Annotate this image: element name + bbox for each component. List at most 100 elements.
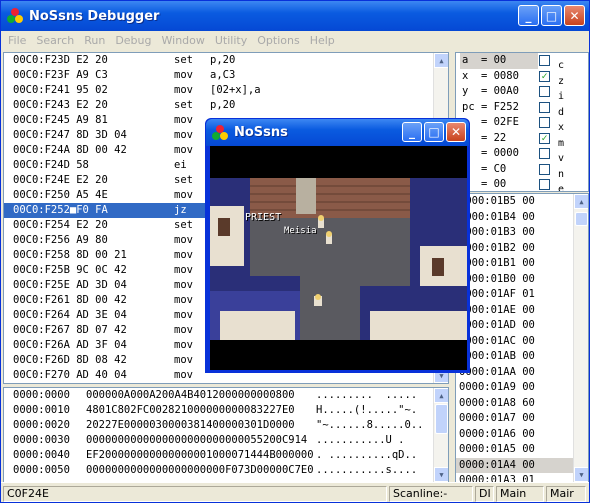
stack-row[interactable]: 0000:01AF 01 <box>456 287 588 303</box>
hex-row[interactable]: 0000:0040 EF200000000000000001000071444B0… <box>4 448 448 463</box>
stack-scrollbar[interactable]: ▲ ▼ <box>573 194 588 482</box>
disasm-address: 00C0:F241 95 02 <box>13 84 108 96</box>
flag-checkbox[interactable] <box>539 101 550 113</box>
stack-row[interactable]: 0000:01B5 00 <box>456 194 588 210</box>
stack-row[interactable]: 0000:01B2 00 <box>456 241 588 257</box>
menu-help[interactable]: Help <box>305 34 340 47</box>
popup-title-bar[interactable]: NoSsns _ □ ✕ <box>206 119 469 146</box>
stack-row[interactable]: 0000:01AA 00 <box>456 365 588 381</box>
flag-checkbox[interactable] <box>539 86 550 97</box>
hex-row[interactable]: 0000:0050 0000000000000000000000F073D0000… <box>4 463 448 478</box>
flag-checkbox[interactable] <box>539 179 550 190</box>
stack-row[interactable]: 0000:01A7 00 <box>456 411 588 427</box>
flag-checkbox[interactable]: ✓ <box>539 132 550 144</box>
disasm-row[interactable]: 00C0:F243 E2 20 set p,20 <box>4 98 448 113</box>
register-row: = 02FE x <box>456 115 588 133</box>
menu-debug[interactable]: Debug <box>110 34 156 47</box>
emulator-screen[interactable]: PRIEST Meisia <box>210 146 467 370</box>
maximize-button[interactable]: □ <box>541 5 562 26</box>
hex-row[interactable]: 0000:0020 20227E0000030000381400000301D00… <box>4 418 448 433</box>
stack-value: 00 <box>522 443 535 455</box>
stack-row[interactable]: 0000:01B3 00 <box>456 225 588 241</box>
disasm-address: 00C0:F256 A9 80 <box>13 234 108 246</box>
stack-row[interactable]: 0000:01A8 60 <box>456 396 588 412</box>
menu-run[interactable]: Run <box>79 34 110 47</box>
scroll-thumb[interactable] <box>435 404 448 434</box>
hex-row[interactable]: 0000:0010 4801C802FC002821000000000083227… <box>4 403 448 418</box>
stack-row[interactable]: 0000:01B4 00 <box>456 210 588 226</box>
game-screen-window[interactable]: NoSsns _ □ ✕ PRIEST Meisia <box>205 118 470 373</box>
disasm-row[interactable]: 00C0:F23F A9 C3 mov a,C3 <box>4 68 448 83</box>
stack-row[interactable]: 0000:01AC 00 <box>456 334 588 350</box>
stack-address: 0000:01A6 <box>459 427 516 440</box>
hex-ascii: . ..........qD.. <box>316 449 418 461</box>
hex-ascii: ...........U . <box>316 434 405 446</box>
register-value[interactable]: b = 00 <box>460 177 538 191</box>
scroll-up-icon[interactable]: ▲ <box>434 388 448 403</box>
scroll-up-icon[interactable]: ▲ <box>434 53 448 68</box>
register-row: = 0000 v <box>456 146 588 164</box>
menu-utility[interactable]: Utility <box>210 34 252 47</box>
stack-row[interactable]: 0000:01A5 00 <box>456 442 588 458</box>
flag-checkbox[interactable] <box>539 117 550 128</box>
stack-row[interactable]: 0000:01AD 00 <box>456 318 588 334</box>
stack-row[interactable]: 0000:01AB 00 <box>456 349 588 365</box>
popup-minimize-button[interactable]: _ <box>402 122 422 142</box>
scroll-up-icon[interactable]: ▲ <box>574 194 588 209</box>
disasm-address: 00C0:F245 A9 81 <box>13 114 108 126</box>
hexdump-scrollbar[interactable]: ▲ ▼ <box>433 388 448 482</box>
hex-ascii: ...........s.... <box>316 464 418 476</box>
flag-checkbox[interactable] <box>539 163 550 175</box>
register-value[interactable]: b = C0 <box>460 162 538 178</box>
disasm-row[interactable]: 00C0:F241 95 02 mov [02+x],a <box>4 83 448 98</box>
menu-window[interactable]: Window <box>157 34 210 47</box>
stack-row[interactable]: 0000:01B1 00 <box>456 256 588 272</box>
stack-row[interactable]: 0000:01AE 00 <box>456 303 588 319</box>
disasm-opcode: set <box>174 219 193 231</box>
stack-value: 00 <box>522 458 535 471</box>
popup-maximize-button[interactable]: □ <box>424 122 444 142</box>
disasm-row[interactable]: 00C0:F23D E2 20 set p,20 <box>4 53 448 68</box>
disasm-opcode: set <box>174 99 193 111</box>
disasm-address: 00C0:F24D 58 <box>13 159 89 171</box>
register-value[interactable]: = 0000 <box>460 146 538 162</box>
register-value[interactable]: pc = F252 <box>460 100 538 116</box>
popup-close-button[interactable]: ✕ <box>446 122 466 142</box>
disasm-operand: [02+x],a <box>210 84 261 96</box>
disasm-opcode: mov <box>174 189 193 201</box>
register-value[interactable]: = 02FE <box>460 115 538 131</box>
register-value[interactable]: = 22 <box>460 131 538 147</box>
memory-hexdump-panel[interactable]: 0000:0000 000000A000A200A4B40120000000008… <box>3 387 449 483</box>
scroll-down-icon[interactable]: ▼ <box>434 467 448 482</box>
hex-address: 0000:0030 <box>13 434 70 446</box>
stack-panel[interactable]: 0000:01B5 00 0000:01B4 00 0000:01B3 00 0000… <box>455 193 589 483</box>
hex-ascii: H.....(!....."~. <box>316 404 418 416</box>
stack-address: 0000:01A7 <box>459 412 516 424</box>
disasm-opcode: set <box>174 54 193 66</box>
scroll-thumb[interactable] <box>575 212 588 226</box>
menu-options[interactable]: Options <box>252 34 304 47</box>
register-value[interactable]: x = 0080 <box>460 69 538 85</box>
disasm-address: 00C0:F26A AD 3F 04 <box>13 339 127 351</box>
stack-row[interactable]: 0000:01A4 00 <box>456 457 588 473</box>
stack-address: 0000:01A5 <box>459 443 516 455</box>
flag-checkbox[interactable]: ✓ <box>539 70 550 82</box>
hex-row[interactable]: 0000:0000 000000A000A200A4B40120000000008… <box>4 388 448 403</box>
scroll-down-icon[interactable]: ▼ <box>574 467 588 482</box>
flag-checkbox[interactable] <box>539 148 550 159</box>
stack-row[interactable]: 0000:01B0 00 <box>456 272 588 288</box>
register-value[interactable]: y = 00A0 <box>460 84 538 100</box>
hex-row[interactable]: 0000:0030 0000000000000000000000000055200… <box>4 433 448 448</box>
close-button[interactable]: ✕ <box>564 5 585 26</box>
disasm-opcode: ei <box>174 159 187 171</box>
menu-file[interactable]: File <box>1 34 31 47</box>
minimize-button[interactable]: _ <box>518 5 539 26</box>
register-value[interactable]: a = 00 <box>460 53 538 69</box>
disasm-address: 00C0:F258 8D 00 21 <box>13 249 127 261</box>
stack-row[interactable]: 0000:01A9 00 <box>456 380 588 396</box>
stack-row[interactable]: 0000:01A6 00 <box>456 427 588 443</box>
flag-checkbox[interactable] <box>539 55 550 66</box>
app-icon <box>7 8 23 24</box>
menu-search[interactable]: Search <box>31 34 79 47</box>
stack-value: 00 <box>522 319 535 331</box>
